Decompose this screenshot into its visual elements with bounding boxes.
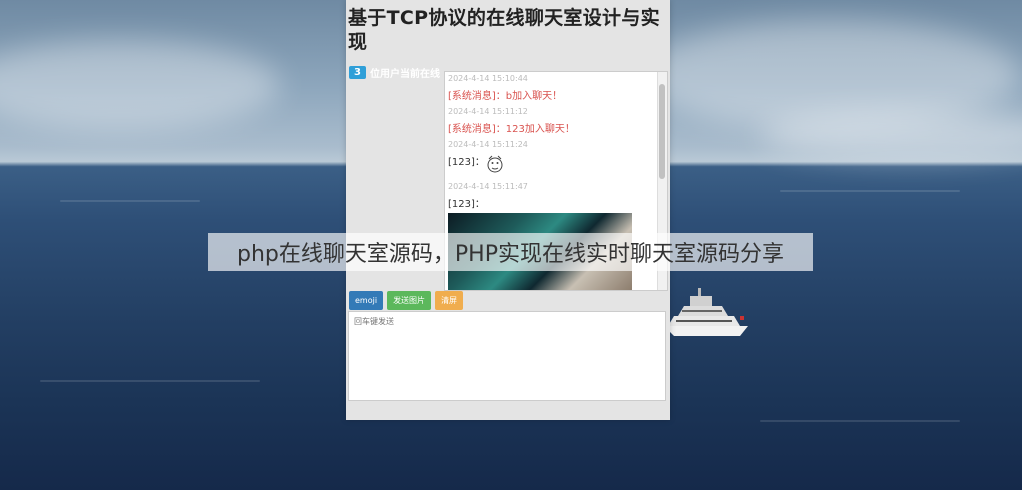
sticker-icon — [487, 155, 503, 173]
sea-glint — [60, 200, 200, 202]
cloud — [760, 110, 1022, 160]
sea-glint — [40, 380, 260, 382]
page-title: 基于TCP协议的在线聊天室设计与实现 — [348, 7, 660, 53]
chat-message: 2024-4-14 15:11:12 [系统消息]：123加入聊天！ — [448, 107, 575, 135]
sea-glint — [780, 190, 960, 192]
cloud — [0, 40, 280, 130]
emoji-button[interactable]: emoji — [349, 291, 384, 310]
message-time: 2024-4-14 15:11:47 — [448, 182, 528, 191]
chat-message: 2024-4-14 15:11:47 [123]： — [448, 182, 528, 210]
online-users-indicator: 3 位用户当前在线 — [349, 65, 440, 80]
system-message-text: [系统消息]：123加入聊天！ — [448, 124, 575, 135]
scrollbar-thumb[interactable] — [659, 84, 665, 179]
clear-screen-button[interactable]: 清屏 — [435, 291, 464, 310]
yacht-image — [664, 288, 748, 336]
system-message-text: [系统消息]：b加入聊天！ — [448, 91, 563, 102]
background-photo: 基于TCP协议的在线聊天室设计与实现 3 位用户当前在线 2024-4-14 1… — [0, 0, 1022, 490]
chat-message: 2024-4-14 15:10:44 [系统消息]：b加入聊天！ — [448, 74, 562, 102]
sea-glint — [760, 420, 960, 422]
online-label: 位用户当前在线 — [369, 69, 440, 80]
message-time: 2024-4-14 15:10:44 — [448, 74, 528, 83]
user-message-text: [123]： — [448, 199, 485, 210]
message-time: 2024-4-14 15:11:24 — [448, 140, 528, 149]
online-count-badge: 3 — [349, 66, 366, 79]
article-caption: php在线聊天室源码，PHP实现在线实时聊天室源码分享 — [208, 233, 813, 271]
message-input[interactable] — [348, 311, 666, 401]
chat-toolbar: emoji 发送图片 清屏 — [349, 291, 464, 310]
message-time: 2024-4-14 15:11:12 — [448, 107, 528, 116]
send-image-button[interactable]: 发送图片 — [387, 291, 432, 310]
chat-app-screenshot: 基于TCP协议的在线聊天室设计与实现 3 位用户当前在线 2024-4-14 1… — [346, 0, 670, 420]
